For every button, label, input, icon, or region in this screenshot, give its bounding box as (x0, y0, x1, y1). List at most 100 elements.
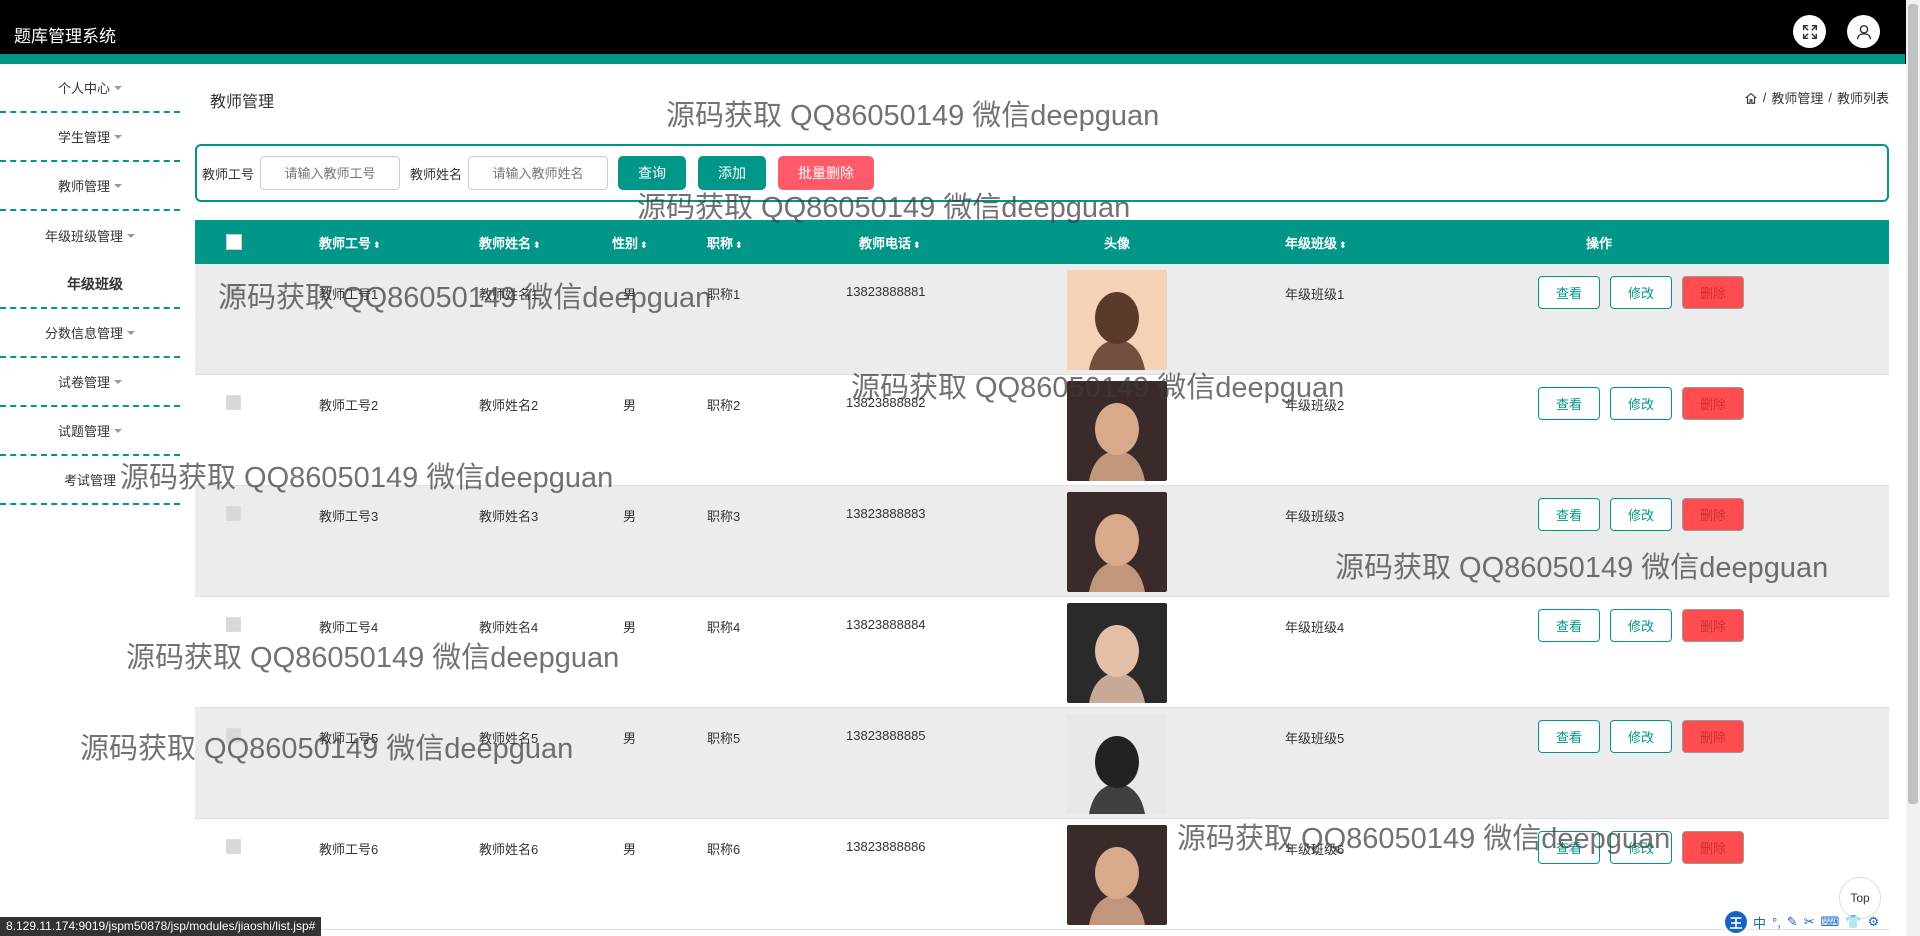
view-button[interactable]: 查看 (1538, 609, 1600, 642)
sidebar-item-exams[interactable]: 考试管理 (0, 456, 180, 505)
top-bar: 题库管理系统 (0, 0, 1920, 64)
header-label: 操作 (1586, 236, 1613, 251)
table-header: 教师工号 ⬍ 教师姓名 ⬍ 性别 ⬍ 职称 ⬍ 教师电话 ⬍ 头像 年级班级 ⬍ 操作 (195, 220, 1889, 264)
row-checkbox[interactable] (226, 284, 241, 299)
sidebar-item-grade-class-management[interactable]: 年级班级管理 (0, 211, 180, 260)
cell-gender: 男 (623, 398, 637, 413)
ime-punctuation-icon[interactable]: °, (1772, 915, 1781, 930)
search-form: 教师工号 教师姓名 查询 添加 批量删除 (195, 144, 1889, 202)
user-icon[interactable] (1847, 15, 1880, 48)
view-button[interactable]: 查看 (1538, 831, 1600, 864)
cell-teacher-name: 教师姓名5 (479, 731, 539, 746)
sidebar-item-label: 考试管理 (63, 473, 116, 488)
sidebar-item-teachers[interactable]: 教师管理 (0, 162, 180, 211)
header-title[interactable]: 职称 ⬍ (707, 233, 743, 252)
keyboard-icon[interactable]: ⌨ (1821, 914, 1840, 930)
header-teacher-name[interactable]: 教师姓名 ⬍ (479, 233, 541, 252)
cell-grade-class: 年级班级1 (1285, 287, 1345, 302)
chevron-down-icon (114, 85, 122, 90)
add-button[interactable]: 添加 (698, 156, 767, 190)
teacher-id-input[interactable] (260, 156, 401, 190)
ime-logo-icon[interactable]: 王 (1725, 911, 1747, 933)
scrollbar-thumb[interactable] (1908, 4, 1918, 804)
row-checkbox[interactable] (226, 839, 241, 854)
delete-button[interactable]: 删除 (1682, 720, 1744, 753)
cell-teacher-id: 教师工号2 (319, 398, 379, 413)
header-teacher-id[interactable]: 教师工号 ⬍ (319, 233, 381, 252)
batch-delete-button[interactable]: 批量删除 (778, 156, 875, 190)
edit-button[interactable]: 修改 (1610, 276, 1672, 309)
cell-phone: 13823888886 (846, 839, 926, 854)
delete-button[interactable]: 删除 (1682, 276, 1744, 309)
header-label: 性别 (612, 236, 639, 251)
header-gender[interactable]: 性别 ⬍ (612, 233, 648, 252)
delete-button[interactable]: 删除 (1682, 498, 1744, 531)
scissors-icon[interactable]: ✂ (1804, 914, 1815, 930)
edit-button[interactable]: 修改 (1610, 498, 1672, 531)
view-button[interactable]: 查看 (1538, 720, 1600, 753)
header-label: 教师工号 (319, 236, 372, 251)
cell-teacher-id: 教师工号5 (319, 731, 379, 746)
row-checkbox[interactable] (226, 617, 241, 632)
view-button[interactable]: 查看 (1538, 387, 1600, 420)
page-title: 教师管理 (210, 94, 275, 111)
cell-gender: 男 (623, 287, 637, 302)
watermark: 源码获取 QQ86050149 微信deepguan (666, 100, 1160, 132)
shirt-icon[interactable]: 👕 (1845, 914, 1861, 930)
row-checkbox[interactable] (226, 728, 241, 743)
sidebar-item-questions[interactable]: 试题管理 (0, 407, 180, 456)
pen-icon[interactable]: ✎ (1787, 914, 1798, 930)
cell-teacher-name: 教师姓名1 (479, 287, 539, 302)
chevron-down-icon (127, 233, 135, 238)
delete-button[interactable]: 删除 (1682, 609, 1744, 642)
row-checkbox[interactable] (226, 395, 241, 410)
ime-mode[interactable]: 中 (1753, 913, 1766, 932)
view-button[interactable]: 查看 (1538, 276, 1600, 309)
teacher-id-label: 教师工号 (202, 166, 255, 182)
app-title: 题库管理系统 (14, 27, 116, 46)
sidebar-subitem-grade-class[interactable]: 年级班级 (0, 260, 180, 309)
sidebar-item-personal-center[interactable]: 个人中心 (0, 64, 180, 113)
sidebar-item-label: 分数信息管理 (44, 326, 123, 341)
cell-grade-class: 年级班级4 (1285, 620, 1345, 635)
delete-button[interactable]: 删除 (1682, 387, 1744, 420)
header-grade-class[interactable]: 年级班级 ⬍ (1285, 233, 1347, 252)
edit-button[interactable]: 修改 (1610, 609, 1672, 642)
cell-teacher-name: 教师姓名6 (479, 842, 539, 857)
breadcrumb-teacher-management[interactable]: 教师管理 (1771, 88, 1823, 107)
edit-button[interactable]: 修改 (1610, 720, 1672, 753)
teacher-avatar (1067, 381, 1167, 481)
status-bar-url: 8.129.11.174:9019/jspm50878/jsp/modules/… (0, 917, 322, 936)
select-all-checkbox[interactable] (226, 234, 242, 250)
sidebar-item-students[interactable]: 学生管理 (0, 113, 180, 162)
cell-title: 职称3 (707, 509, 741, 524)
sidebar-item-papers[interactable]: 试卷管理 (0, 358, 180, 407)
cell-teacher-id: 教师工号3 (319, 509, 379, 524)
cell-title: 职称1 (707, 287, 741, 302)
fullscreen-icon[interactable] (1793, 15, 1826, 48)
page-scrollbar[interactable] (1906, 0, 1920, 936)
query-button[interactable]: 查询 (618, 156, 687, 190)
edit-button[interactable]: 修改 (1610, 831, 1672, 864)
sidebar-item-label: 试题管理 (57, 424, 110, 439)
header-actions: 操作 (1586, 233, 1612, 252)
cell-phone: 13823888882 (846, 395, 926, 410)
table-row: 教师工号2 教师姓名2 男 职称2 13823888882 年级班级2 查看 修改 删除 (195, 375, 1889, 486)
delete-button[interactable]: 删除 (1682, 831, 1744, 864)
cell-teacher-name: 教师姓名2 (479, 398, 539, 413)
row-checkbox[interactable] (226, 506, 241, 521)
sidebar-item-label: 学生管理 (57, 130, 110, 145)
view-button[interactable]: 查看 (1538, 498, 1600, 531)
chevron-down-icon (114, 379, 122, 384)
table-row: 教师工号1 教师姓名1 男 职称1 13823888881 年级班级1 查看 修改 删除 (195, 264, 1889, 375)
teacher-avatar (1067, 714, 1167, 814)
home-icon[interactable] (1744, 91, 1758, 105)
edit-button[interactable]: 修改 (1610, 387, 1672, 420)
cell-title: 职称4 (707, 620, 741, 635)
teacher-name-input[interactable] (468, 156, 609, 190)
sidebar-item-label: 教师管理 (57, 179, 110, 194)
header-phone[interactable]: 教师电话 ⬍ (859, 233, 921, 252)
sort-icon: ⬍ (913, 240, 921, 250)
sidebar-item-scores[interactable]: 分数信息管理 (0, 309, 180, 358)
gear-icon[interactable]: ⚙ (1868, 914, 1880, 930)
